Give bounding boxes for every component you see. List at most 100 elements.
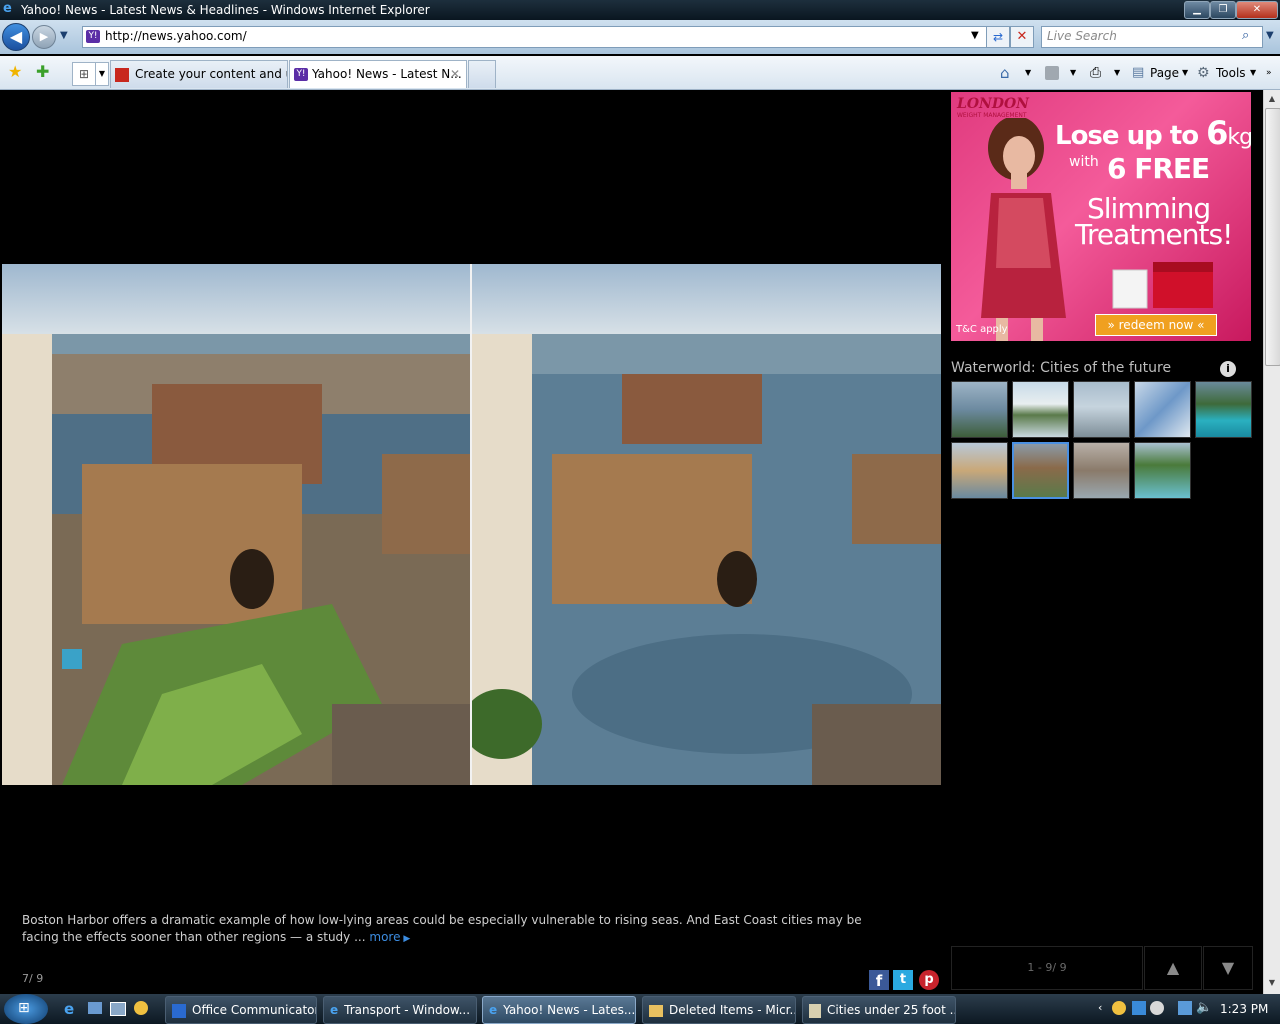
chevron-up-icon: ▲ [1166,958,1180,977]
ad-headline-text: Lose up to [1055,121,1199,151]
scroll-up-button[interactable]: ▲ [1144,946,1202,990]
thumbnail-9[interactable] [1134,442,1191,499]
tab-yahoo-news[interactable]: Y! Yahoo! News - Latest N... ✕ [289,60,467,88]
refresh-button[interactable]: ⇄ [986,26,1010,48]
print-dropdown-icon[interactable]: ▼ [1114,62,1120,84]
tab-bar: ★ ✚ ⊞ ▼ Create your content and u... Y! Y… [0,56,1280,90]
communicator-quicklaunch-icon[interactable] [134,1001,148,1015]
ie-quicklaunch-icon[interactable]: e [64,1000,74,1018]
address-dropdown-icon[interactable]: ▼ [971,30,979,41]
volume-icon[interactable]: 🔈 [1196,1000,1212,1015]
scrollbar-thumb[interactable] [1265,108,1280,366]
tray-sync-icon[interactable] [1150,1001,1164,1015]
close-window-button[interactable]: ✕ [1236,1,1278,19]
favorites-star-icon[interactable]: ★ [8,62,22,81]
thumbnail-3[interactable] [1073,381,1130,438]
ad-with: with [1069,154,1099,170]
home-dropdown-icon[interactable]: ▼ [1025,62,1031,84]
task-yahoo-news[interactable]: e Yahoo! News - Lates... [482,996,636,1024]
photo-caption: Boston Harbor offers a dramatic example … [22,912,902,948]
search-options-dropdown-icon[interactable]: ▼ [1266,30,1274,41]
tab-list-dropdown-icon[interactable]: ▼ [95,62,109,86]
twitter-share-icon[interactable]: t [893,970,913,990]
search-placeholder[interactable]: Live Search [1047,29,1117,44]
info-icon[interactable]: i [1220,361,1236,377]
minimize-button[interactable]: ▁ [1184,1,1210,19]
thumbnail-2[interactable] [1012,381,1069,438]
tray-network-icon[interactable] [1132,1001,1146,1015]
print-icon[interactable]: ⎙ [1090,62,1101,84]
thumbnail-7-selected[interactable] [1012,442,1069,499]
maximize-button[interactable]: ❐ [1210,1,1236,19]
task-deleted-items[interactable]: Deleted Items - Micr... [642,996,796,1024]
task-office-communicator[interactable]: Office Communicator [165,996,317,1024]
more-commands-icon[interactable]: » [1266,62,1272,84]
vertical-scrollbar[interactable]: ▲ ▼ [1263,90,1280,994]
close-tab-icon[interactable]: ✕ [450,61,460,88]
quick-tabs-button[interactable]: ⊞ [72,62,96,86]
boston-harbor-flooded-image [472,264,941,785]
task-label: Transport - Window... [344,1003,471,1017]
task-cities-document[interactable]: Cities under 25 foot ... [802,996,956,1024]
yahoo-favicon-icon: Y! [294,68,308,81]
tab-favicon-icon [115,67,129,82]
search-icon[interactable]: ⌕ [1242,28,1249,43]
task-label: Yahoo! News - Lates... [503,1003,636,1017]
tools-dropdown-icon[interactable]: ▼ [1250,62,1256,84]
clock[interactable]: 1:23 PM [1220,1002,1268,1016]
new-tab-button[interactable] [468,60,496,88]
caption-text: Boston Harbor offers a dramatic example … [22,913,862,944]
home-icon[interactable]: ⌂ [1000,62,1010,84]
slideshow-image[interactable] [2,264,941,785]
pinterest-share-icon[interactable]: p [919,970,939,990]
document-icon [809,1003,821,1018]
add-favorites-icon[interactable]: ✚ [36,62,49,81]
facebook-share-icon[interactable]: f [869,970,889,990]
ad-redeem-button[interactable]: » redeem now « [1095,314,1217,336]
scroll-up-arrow-icon[interactable]: ▲ [1265,92,1279,106]
tab-create-content[interactable]: Create your content and u... [110,60,288,88]
task-label: Office Communicator [192,1003,317,1017]
taskbar: ⊞ e Office Communicator e Transport - Win… [0,994,1280,1024]
page-icon: ▤ [1132,65,1145,80]
scroll-down-button[interactable]: ▼ [1203,946,1253,990]
task-transport-window[interactable]: e Transport - Window... [323,996,477,1024]
advertisement-banner[interactable]: LONDON WEIGHT MANAGEMENT Lose up to 6kg … [951,92,1251,341]
slideshow-title: Waterworld: Cities of the future [951,360,1172,376]
page-dropdown-icon[interactable]: ▼ [1182,62,1188,84]
scroll-down-arrow-icon[interactable]: ▼ [1265,976,1279,990]
thumbnail-8[interactable] [1073,442,1130,499]
more-arrow-icon[interactable]: ▶ [400,934,410,944]
show-desktop-icon[interactable] [88,1002,102,1014]
page-menu[interactable]: Page [1150,62,1179,84]
tools-menu[interactable]: Tools [1216,62,1246,84]
tray-expand-icon[interactable]: ‹ [1098,1001,1102,1014]
recent-pages-dropdown-icon[interactable]: ▼ [60,30,68,41]
thumbnail-4[interactable] [1134,381,1191,438]
back-arrow-icon: ◀ [9,27,23,46]
ad-treatments: Treatments! [1075,218,1233,251]
ad-tc[interactable]: T&C apply [956,324,1008,335]
tray-connection-icon[interactable] [1178,1001,1192,1015]
feeds-icon[interactable] [1045,66,1059,80]
tray-communicator-icon[interactable] [1112,1001,1126,1015]
thumbnail-1[interactable] [951,381,1008,438]
thumbnail-6[interactable] [951,442,1008,499]
stop-button[interactable]: ✕ [1010,26,1034,48]
search-box[interactable]: Live Search ⌕ [1041,26,1263,48]
switch-windows-icon[interactable] [110,1002,126,1016]
thumbnail-5[interactable] [1195,381,1252,438]
address-bar[interactable]: Y! http://news.yahoo.com/ ▼ [82,26,988,48]
more-link[interactable]: more [369,930,400,944]
feeds-dropdown-icon[interactable]: ▼ [1070,62,1076,84]
ie-icon: e [330,1003,339,1017]
address-url[interactable]: http://news.yahoo.com/ [105,29,247,44]
forward-button[interactable]: ▶ [32,25,56,49]
slide-counter: 7/ 9 [22,972,44,985]
ad-free: 6 FREE [1107,152,1210,185]
start-button[interactable]: ⊞ [4,994,48,1024]
thumbnail-range: 1 - 9/ 9 [951,946,1143,990]
gear-icon: ⚙ [1197,65,1210,81]
back-button[interactable]: ◀ [2,23,30,51]
communicator-icon [172,1003,186,1018]
